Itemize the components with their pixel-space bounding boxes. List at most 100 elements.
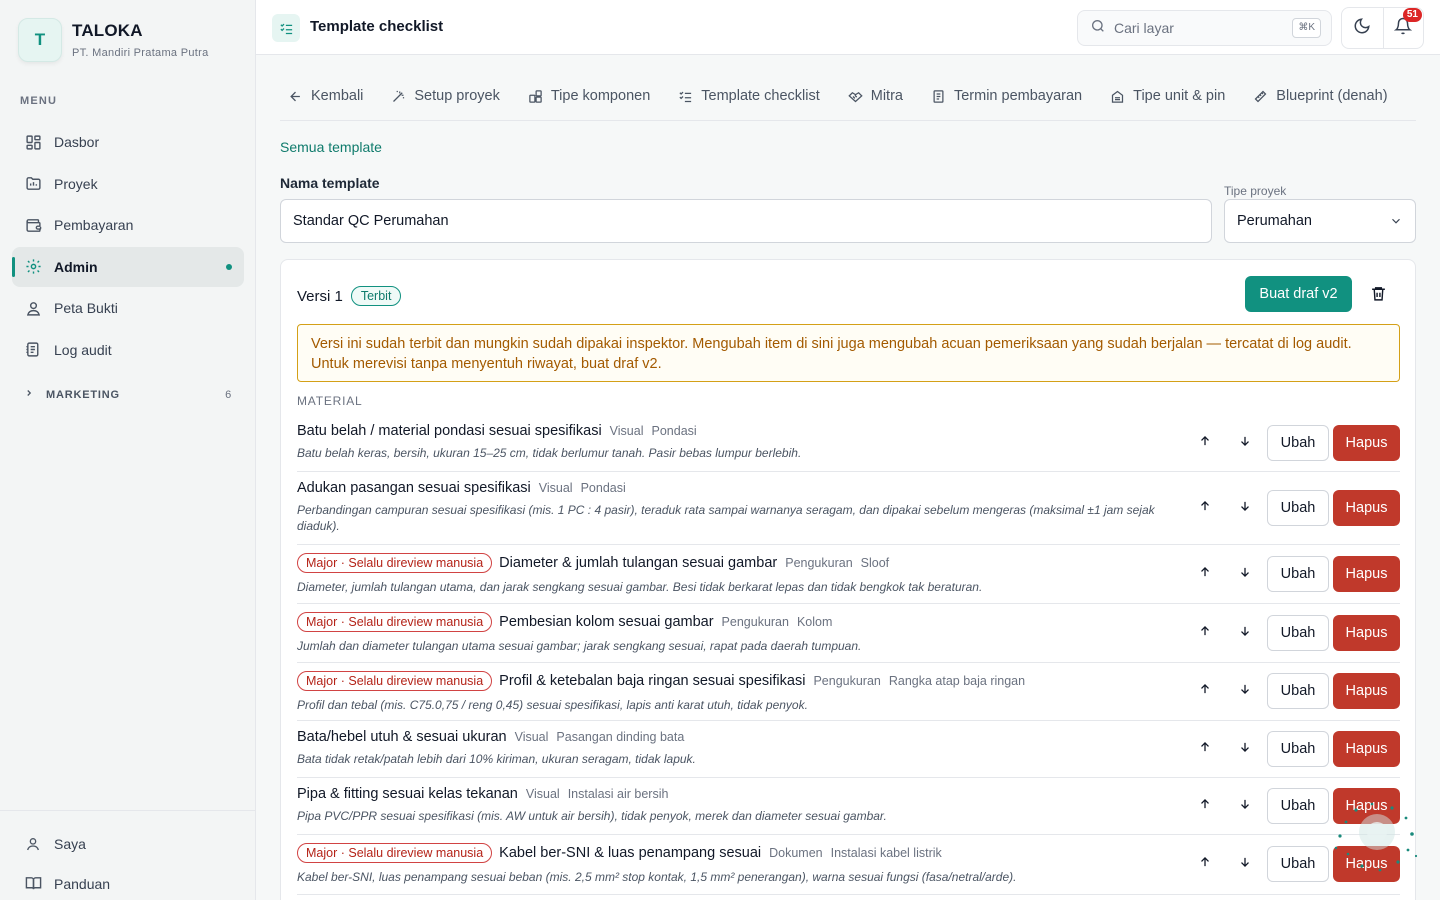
checklist-item: Major · Selalu direview manusia Profil & … (297, 663, 1400, 721)
item-title: Pembesian kolom sesuai gambar (499, 614, 714, 630)
receipt-icon (931, 89, 946, 104)
item-description: Pipa PVC/PPR sesuai spesifikasi (mis. AW… (297, 809, 887, 823)
tab-label: Template checklist (701, 88, 820, 104)
all-templates-link[interactable]: Semua template (280, 139, 382, 155)
arrow-up-icon (1198, 434, 1212, 453)
notification-badge: 51 (1402, 8, 1422, 22)
sidebar-item-pembayaran[interactable]: Pembayaran (12, 205, 244, 245)
move-down-button[interactable] (1225, 682, 1265, 701)
delete-version-button[interactable] (1366, 284, 1390, 308)
major-badge: Major · Selalu direview manusia (297, 553, 493, 573)
admin-tabs: Kembali Setup proyek Tipe komponen Templ… (280, 72, 1416, 121)
edit-button[interactable]: Ubah (1267, 846, 1329, 882)
edit-button[interactable]: Ubah (1267, 788, 1329, 824)
move-up-button[interactable] (1185, 624, 1225, 643)
item-description: Bata tidak retak/patah lebih dari 10% ki… (297, 752, 696, 766)
template-name-input[interactable] (280, 199, 1212, 243)
chevron-down-icon (1389, 214, 1403, 228)
delete-button[interactable]: Hapus (1333, 615, 1400, 651)
item-method: Visual (525, 787, 560, 801)
move-up-button[interactable] (1185, 434, 1225, 453)
sidebar-item-admin[interactable]: Admin (12, 246, 244, 287)
move-up-button[interactable] (1185, 499, 1225, 518)
delete-button[interactable]: Hapus (1333, 556, 1400, 592)
handshake-icon (848, 89, 863, 104)
arrow-down-icon (1238, 434, 1252, 453)
template-name-label: Nama template (280, 175, 380, 191)
tab-kembali[interactable]: Kembali (280, 72, 371, 120)
sidebar-item-proyek[interactable]: Proyek (12, 164, 244, 204)
delete-button[interactable]: Hapus (1333, 788, 1400, 824)
edit-button[interactable]: Ubah (1267, 731, 1329, 767)
item-method: Dokumen (769, 846, 823, 860)
brand-company: PT. Mandiri Pratama Putra (72, 47, 209, 59)
item-component: Pondasi (580, 481, 626, 495)
delete-button[interactable]: Hapus (1333, 490, 1400, 526)
sidebar-item-saya[interactable]: Saya (12, 825, 244, 863)
sidebar-group-marketing[interactable]: MARKETING 6 (24, 388, 232, 401)
checklist-item: Batu belah / material pondasi sesuai spe… (297, 415, 1400, 472)
tab-termin-pembayaran[interactable]: Termin pembayaran (923, 72, 1090, 120)
edit-button[interactable]: Ubah (1267, 556, 1329, 592)
move-up-button[interactable] (1185, 565, 1225, 584)
sidebar-item-dasbor[interactable]: Dasbor (12, 122, 244, 162)
status-badge: Terbit (350, 286, 402, 306)
move-up-button[interactable] (1185, 740, 1225, 759)
sidebar-item-peta-bukti[interactable]: Peta Bukti (12, 288, 244, 328)
brand-logo: T (18, 18, 62, 62)
sidebar-item-panduan[interactable]: Panduan (12, 865, 244, 900)
move-down-button[interactable] (1225, 740, 1265, 759)
search-icon (1090, 18, 1106, 39)
arrow-up-icon (1198, 740, 1212, 759)
notifications-button[interactable]: 51 (1382, 8, 1424, 48)
item-title: Adukan pasangan sesuai spesifikasi (297, 480, 531, 496)
create-draft-button[interactable]: Buat draf v2 (1245, 276, 1352, 312)
edit-button[interactable]: Ubah (1267, 673, 1329, 709)
folder-icon (24, 175, 42, 193)
warning-banner: Versi ini sudah terbit dan mungkin sudah… (297, 324, 1400, 382)
tab-tipe-unit-pin[interactable]: Tipe unit & pin (1102, 72, 1233, 120)
search-input[interactable]: Cari layar ⌘K (1077, 10, 1332, 46)
tab-setup-proyek[interactable]: Setup proyek (383, 72, 507, 120)
topbar: Template checklist Cari layar ⌘K 51 (256, 0, 1440, 55)
move-down-button[interactable] (1225, 499, 1265, 518)
delete-button[interactable]: Hapus (1333, 673, 1400, 709)
version-card: Versi 1 Terbit Buat draf v2 Versi ini su… (280, 259, 1416, 900)
move-down-button[interactable] (1225, 797, 1265, 816)
move-down-button[interactable] (1225, 565, 1265, 584)
sidebar-nav: Dasbor Proyek Pembayaran Admin Peta Bukt… (12, 122, 244, 371)
edit-button[interactable]: Ubah (1267, 425, 1329, 461)
wallet-icon (24, 216, 42, 234)
move-up-button[interactable] (1185, 682, 1225, 701)
sidebar-item-label: Panduan (54, 875, 111, 892)
item-method: Visual (514, 730, 549, 744)
brand[interactable]: T TALOKA PT. Mandiri Pratama Putra (18, 18, 209, 62)
tab-mitra[interactable]: Mitra (840, 72, 911, 120)
delete-button[interactable]: Hapus (1333, 731, 1400, 767)
version-title: Versi 1 (297, 287, 343, 305)
item-title: Kabel ber-SNI & luas penampang sesuai (499, 845, 762, 861)
edit-button[interactable]: Ubah (1267, 490, 1329, 526)
tab-template-checklist[interactable]: Template checklist (670, 72, 827, 120)
tab-tipe-komponen[interactable]: Tipe komponen (520, 72, 658, 120)
arrow-down-icon (1238, 740, 1252, 759)
delete-button[interactable]: Hapus (1333, 846, 1400, 882)
sidebar-item-log-audit[interactable]: Log audit (12, 330, 244, 370)
edit-button[interactable]: Ubah (1267, 615, 1329, 651)
theme-toggle-button[interactable] (1342, 8, 1383, 48)
arrow-up-icon (1198, 682, 1212, 701)
move-up-button[interactable] (1185, 797, 1225, 816)
move-up-button[interactable] (1185, 855, 1225, 874)
tab-blueprint[interactable]: Blueprint (denah) (1245, 72, 1395, 120)
item-title: Pipa & fitting sesuai kelas tekanan (297, 786, 518, 802)
move-down-button[interactable] (1225, 855, 1265, 874)
move-down-button[interactable] (1225, 434, 1265, 453)
project-type-select[interactable]: Perumahan (1224, 199, 1416, 243)
sidebar-item-label: Log audit (54, 341, 112, 358)
item-description: Diameter, jumlah tulangan utama, dan jar… (297, 580, 983, 594)
active-indicator (226, 263, 232, 270)
delete-button[interactable]: Hapus (1333, 425, 1400, 461)
item-method: Pengukuran (721, 615, 789, 629)
move-down-button[interactable] (1225, 624, 1265, 643)
major-badge: Major · Selalu direview manusia (297, 843, 493, 863)
